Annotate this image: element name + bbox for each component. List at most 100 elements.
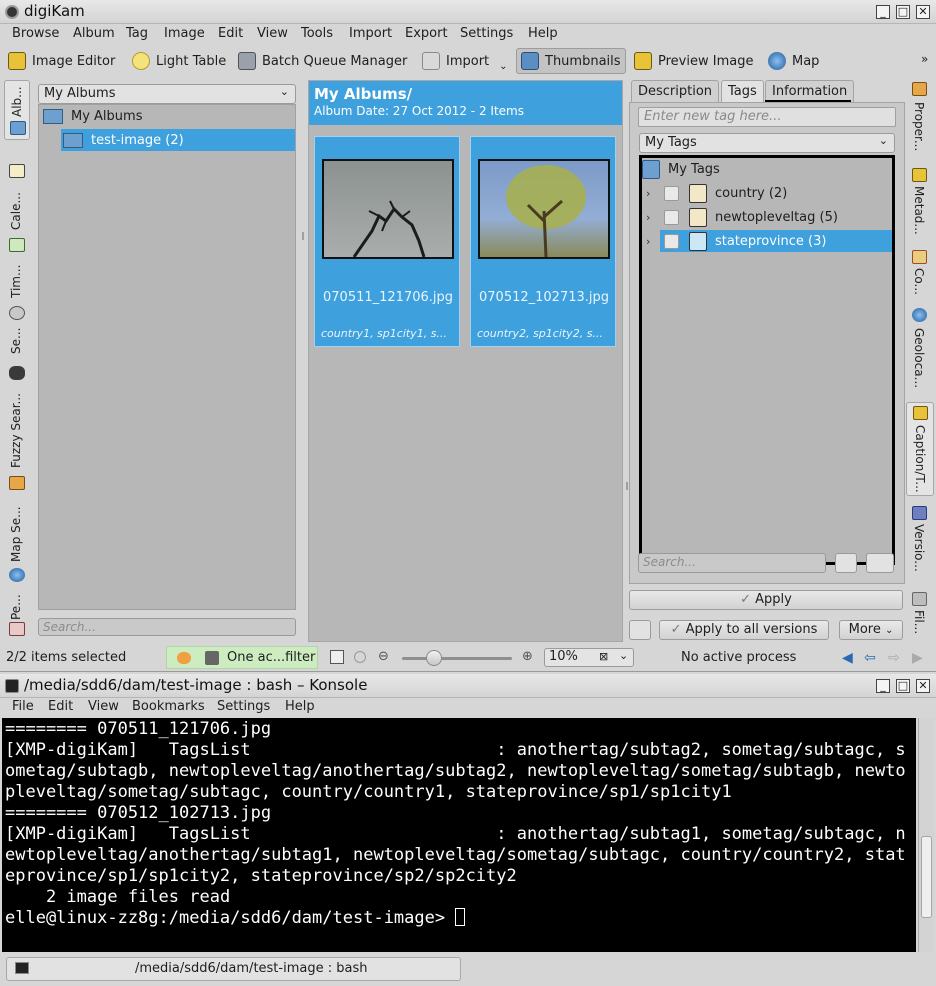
light-table-button[interactable]: Light Table [128,48,230,74]
menu-export[interactable]: Export [405,26,448,41]
terminal-output[interactable]: ======== 070511_121706.jpg [XMP-digiKam] … [2,718,916,952]
tag-add-icon[interactable] [866,553,894,573]
menu-bookmarks[interactable]: Bookmarks [132,699,205,714]
tab-timeline[interactable]: Tim... [4,236,30,308]
menu-settings[interactable]: Settings [460,26,513,41]
zoom-level-combo[interactable]: 10% ⊠ ⌄ [544,648,634,667]
album-test-image[interactable]: test-image (2) [61,129,295,151]
tab-caption[interactable]: Caption/T... [906,402,934,496]
toolbar-overflow-icon[interactable]: » [921,52,928,66]
tab-versions[interactable]: Versio... [906,504,934,584]
apply-button[interactable]: ✓ Apply [629,590,903,610]
tab-properties[interactable]: Proper... [906,80,934,160]
batch-queue-manager-button[interactable]: Batch Queue Manager [234,48,411,74]
menu-image[interactable]: Image [164,26,205,41]
menu-album[interactable]: Album [73,26,115,41]
import-button[interactable]: Import ⌄ [418,48,512,74]
image-editor-button[interactable]: Image Editor [4,48,119,74]
menu-help[interactable]: Help [285,699,315,714]
menu-tag[interactable]: Tag [126,26,148,41]
tab-filters[interactable]: Fil... [906,590,934,640]
zoom-slider-handle[interactable] [426,650,442,666]
thumbnails-button[interactable]: Thumbnails [516,48,626,74]
tab-metadata[interactable]: Metad... [906,166,934,246]
navigate-first-icon[interactable]: ◀ [842,650,853,666]
tag-row-stateprovince[interactable]: › stateprovince (3) [642,230,892,252]
tab-search[interactable]: Se... [4,304,30,364]
menu-import[interactable]: Import [349,26,392,41]
navigate-forward-icon[interactable]: ⇨ [888,650,900,666]
menu-help[interactable]: Help [528,26,558,41]
tag-filter-icon[interactable] [835,553,857,573]
menu-file[interactable]: File [12,699,34,714]
album-root[interactable]: My Albums [43,105,142,127]
tab-information[interactable]: Information [765,80,855,102]
close-icon[interactable]: ✕ [916,5,930,19]
more-button[interactable]: More ⌄ [839,620,903,640]
tab-description[interactable]: Description [631,80,720,102]
chevron-right-icon[interactable]: › [646,235,656,248]
chevron-right-icon[interactable]: › [646,211,656,224]
konsole-session-tab[interactable]: /media/sdd6/dam/test-image : bash [6,957,461,981]
revert-icon[interactable] [629,620,651,640]
tab-tags[interactable]: Tags [721,80,764,102]
tag-selector[interactable]: My Tags ⌄ [639,133,895,153]
menu-edit[interactable]: Edit [218,26,243,41]
tag-root[interactable]: My Tags [642,158,892,180]
album-search-input[interactable]: Search... [38,618,296,636]
status-bar: 2/2 items selected One ac...filter ⊖ ⊕ 1… [0,646,936,670]
menu-view[interactable]: View [257,26,288,41]
minimize-icon[interactable]: _ [876,679,890,693]
tag-checkbox[interactable] [664,209,679,225]
tab-people[interactable]: Pe... [4,566,30,640]
splitter-handle[interactable] [302,232,304,240]
clear-icon[interactable]: ⊠ [599,650,608,663]
map-button[interactable]: Map [764,48,823,74]
zoom-out-icon[interactable]: ⊖ [378,649,389,664]
album-selector[interactable]: My Albums ⌄ [38,84,296,104]
minimize-icon[interactable]: _ [876,5,890,19]
tag-checkbox[interactable] [664,185,679,201]
terminal-scrollbar[interactable] [918,718,934,952]
digikam-window-title: digiKam [24,2,85,20]
tag-search-input[interactable]: Search... [638,553,826,573]
menu-edit[interactable]: Edit [48,699,73,714]
chevron-down-icon[interactable]: ⌄ [499,61,507,72]
filter-indicator[interactable]: One ac...filter [166,646,318,669]
tab-colors[interactable]: Co... [906,248,934,308]
tag-row-country[interactable]: › country (2) [642,182,892,204]
thumbnail-item[interactable]: 070512_102713.jpg country2, sp1city2, s.… [470,136,616,347]
tag-checkbox[interactable] [664,233,679,249]
tab-albums[interactable]: Alb... [4,80,30,140]
tab-fuzzy-search[interactable]: Fuzzy Sear... [4,364,30,474]
image-editor-icon [8,52,26,70]
zoom-fit-icon[interactable] [330,650,344,664]
preview-image-button[interactable]: Preview Image [630,48,757,74]
maximize-icon[interactable]: □ [896,5,910,19]
menu-settings[interactable]: Settings [217,699,270,714]
zoom-slider-track[interactable] [402,657,512,660]
tab-search-label: Se... [9,327,23,354]
thumbnail-item[interactable]: 070511_121706.jpg country1, sp1city1, s.… [314,136,460,347]
splitter-handle[interactable] [626,482,628,490]
scrollbar-thumb[interactable] [921,836,932,918]
new-tag-input[interactable]: Enter new tag here... [638,107,896,127]
zoom-reset-icon[interactable] [354,651,366,663]
menu-browse[interactable]: Browse [12,26,59,41]
apply-all-versions-button[interactable]: ✓ Apply to all versions [659,620,829,640]
tag-row-newtopleveltag[interactable]: › newtopleveltag (5) [642,206,892,228]
tab-geolocation[interactable]: Geoloca... [906,306,934,396]
menu-tools[interactable]: Tools [301,26,333,41]
digikam-titlebar: digiKam _ □ ✕ [0,0,936,24]
navigate-back-icon[interactable]: ⇦ [864,650,876,666]
maximize-icon[interactable]: □ [896,679,910,693]
tab-map-search[interactable]: Map Se... [4,474,30,570]
chevron-right-icon[interactable]: › [646,187,656,200]
tab-calendar[interactable]: Cale... [4,162,30,242]
filter-reset-icon[interactable] [177,651,191,664]
timeline-icon [9,238,25,252]
navigate-last-icon[interactable]: ▶ [912,650,923,666]
menu-view[interactable]: View [88,699,119,714]
close-icon[interactable]: ✕ [916,679,930,693]
zoom-in-icon[interactable]: ⊕ [522,649,533,664]
